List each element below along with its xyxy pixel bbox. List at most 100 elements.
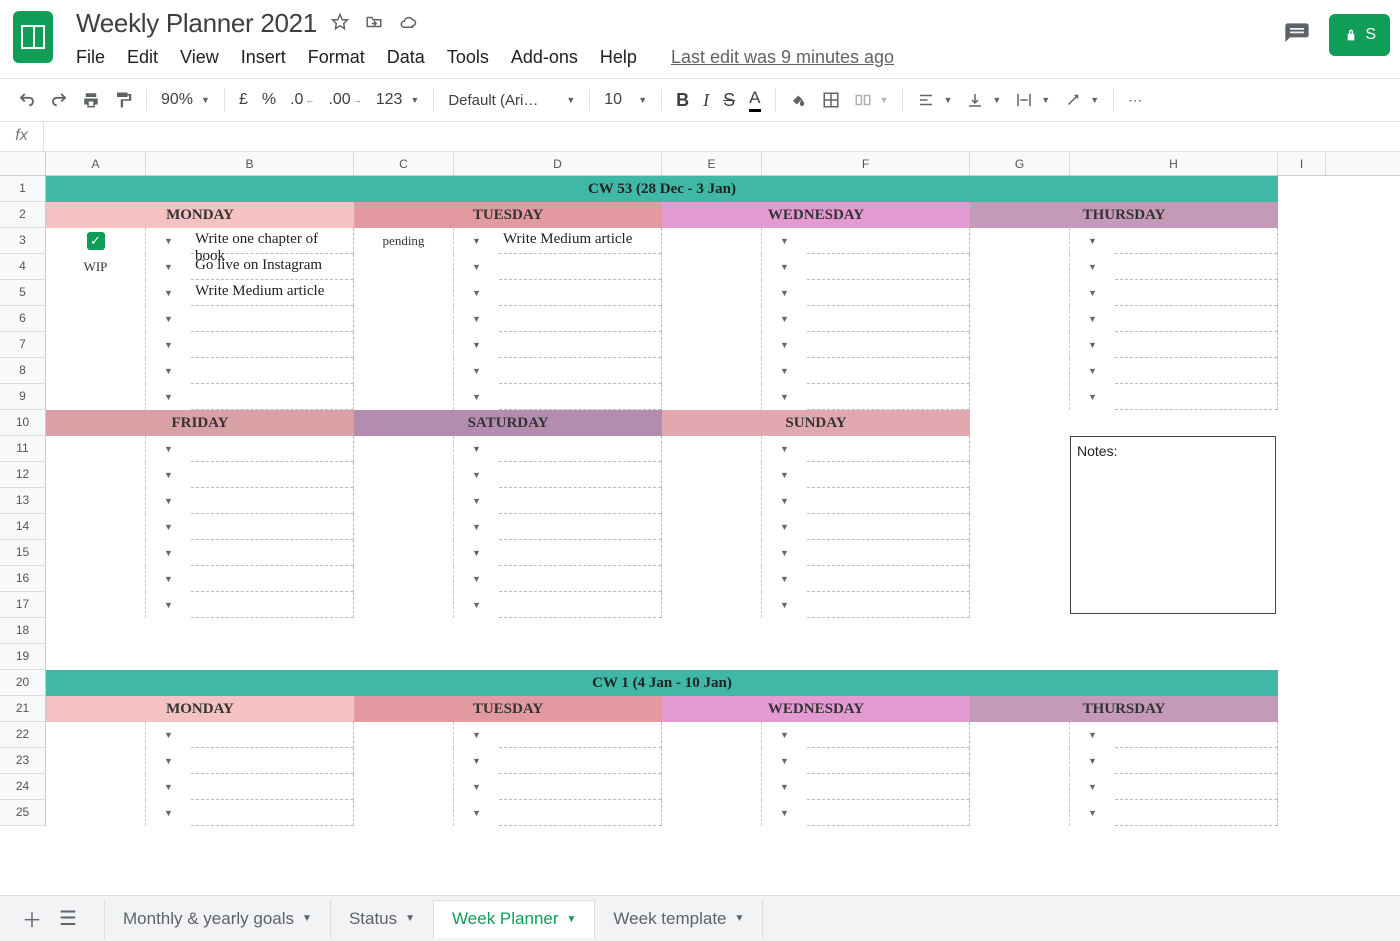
dropdown-cell[interactable]: ▼ [146, 228, 191, 254]
task-cell[interactable] [807, 774, 969, 800]
more-toolbar-button[interactable]: ⋯ [1122, 88, 1148, 113]
dropdown-cell[interactable]: ▼ [762, 774, 807, 800]
task-cell[interactable] [1115, 722, 1277, 748]
day-header-mon[interactable]: MONDAY [46, 202, 354, 228]
dropdown-cell[interactable]: ▼ [1070, 384, 1115, 410]
dropdown-cell[interactable]: ▼ [1070, 358, 1115, 384]
dropdown-cell[interactable]: ▼ [454, 592, 499, 618]
dropdown-cell[interactable]: ▼ [454, 254, 499, 280]
dropdown-cell[interactable]: ▼ [762, 228, 807, 254]
dropdown-cell[interactable]: ▼ [146, 488, 191, 514]
text-wrap-button[interactable]: ▼ [1009, 87, 1056, 113]
status-cell[interactable] [662, 436, 762, 462]
status-cell[interactable] [354, 254, 454, 280]
week-title[interactable]: CW 53 (28 Dec - 3 Jan) [46, 176, 1278, 202]
status-cell[interactable] [662, 592, 762, 618]
dropdown-cell[interactable]: ▼ [146, 748, 191, 774]
status-cell[interactable] [662, 748, 762, 774]
number-format-button[interactable]: 123▼ [370, 87, 426, 113]
row-header[interactable]: 9 [0, 384, 45, 410]
dropdown-cell[interactable]: ▼ [762, 462, 807, 488]
status-cell[interactable] [662, 332, 762, 358]
dropdown-cell[interactable]: ▼ [1070, 800, 1115, 826]
cloud-icon[interactable] [399, 13, 417, 34]
dropdown-cell[interactable]: ▼ [454, 722, 499, 748]
status-cell[interactable] [970, 748, 1070, 774]
col-header[interactable]: C [354, 152, 454, 175]
task-cell[interactable] [499, 514, 661, 540]
row-header[interactable]: 19 [0, 644, 45, 670]
status-cell[interactable] [662, 566, 762, 592]
col-header[interactable]: D [454, 152, 662, 175]
status-cell[interactable] [662, 514, 762, 540]
col-header[interactable]: E [662, 152, 762, 175]
col-header[interactable]: B [146, 152, 354, 175]
day-header-wed[interactable]: WEDNESDAY [662, 202, 970, 228]
dropdown-cell[interactable]: ▼ [454, 384, 499, 410]
status-cell[interactable] [46, 800, 146, 826]
row-header[interactable]: 25 [0, 800, 45, 826]
dropdown-cell[interactable]: ▼ [146, 592, 191, 618]
task-cell[interactable] [191, 462, 353, 488]
task-cell[interactable] [807, 358, 969, 384]
text-color-button[interactable]: A [743, 84, 766, 116]
dropdown-cell[interactable]: ▼ [1070, 280, 1115, 306]
day-header-mon2[interactable]: MONDAY [46, 696, 354, 722]
dropdown-cell[interactable]: ▼ [1070, 722, 1115, 748]
status-cell[interactable] [354, 514, 454, 540]
dropdown-cell[interactable]: ▼ [454, 306, 499, 332]
status-cell[interactable] [662, 228, 762, 254]
dropdown-cell[interactable]: ▼ [146, 514, 191, 540]
menu-data[interactable]: Data [387, 47, 425, 68]
status-cell[interactable] [354, 722, 454, 748]
status-cell[interactable] [354, 748, 454, 774]
decrease-decimal-button[interactable]: .0← [284, 87, 320, 113]
task-cell[interactable] [1115, 384, 1277, 410]
row-header[interactable]: 5 [0, 280, 45, 306]
status-cell[interactable] [354, 462, 454, 488]
task-cell[interactable] [807, 748, 969, 774]
row-header[interactable]: 4 [0, 254, 45, 280]
task-cell[interactable] [807, 514, 969, 540]
task-cell[interactable] [499, 280, 661, 306]
status-cell[interactable] [46, 748, 146, 774]
day-header-thu[interactable]: THURSDAY [970, 202, 1278, 228]
dropdown-cell[interactable]: ▼ [146, 462, 191, 488]
dropdown-cell[interactable]: ▼ [762, 566, 807, 592]
row-header[interactable]: 2 [0, 202, 45, 228]
day-header-wed2[interactable]: WEDNESDAY [662, 696, 970, 722]
status-cell[interactable] [970, 306, 1070, 332]
task-cell[interactable] [1115, 280, 1277, 306]
task-cell[interactable] [191, 332, 353, 358]
dropdown-cell[interactable]: ▼ [762, 332, 807, 358]
task-cell[interactable] [191, 800, 353, 826]
status-cell[interactable]: ✓ [46, 228, 146, 254]
dropdown-cell[interactable]: ▼ [762, 488, 807, 514]
row-header[interactable]: 24 [0, 774, 45, 800]
status-cell[interactable] [354, 592, 454, 618]
status-cell[interactable] [46, 306, 146, 332]
task-cell[interactable] [499, 774, 661, 800]
status-cell[interactable] [354, 280, 454, 306]
dropdown-cell[interactable]: ▼ [454, 436, 499, 462]
dropdown-cell[interactable]: ▼ [762, 280, 807, 306]
task-cell[interactable] [1115, 774, 1277, 800]
status-cell[interactable] [46, 592, 146, 618]
dropdown-cell[interactable]: ▼ [762, 800, 807, 826]
status-cell[interactable]: WIP [46, 254, 146, 280]
row-header[interactable]: 7 [0, 332, 45, 358]
status-cell[interactable] [970, 280, 1070, 306]
status-cell[interactable] [662, 280, 762, 306]
dropdown-cell[interactable]: ▼ [146, 722, 191, 748]
task-cell[interactable]: Write Medium article [499, 228, 661, 254]
dropdown-cell[interactable]: ▼ [1070, 748, 1115, 774]
italic-button[interactable]: I [697, 86, 715, 115]
row-header[interactable]: 15 [0, 540, 45, 566]
task-cell[interactable] [191, 358, 353, 384]
task-cell[interactable] [807, 488, 969, 514]
status-cell[interactable] [662, 488, 762, 514]
zoom-select[interactable]: 90%▼ [155, 87, 216, 113]
task-cell[interactable] [1115, 748, 1277, 774]
status-cell[interactable] [354, 358, 454, 384]
status-cell[interactable] [354, 566, 454, 592]
